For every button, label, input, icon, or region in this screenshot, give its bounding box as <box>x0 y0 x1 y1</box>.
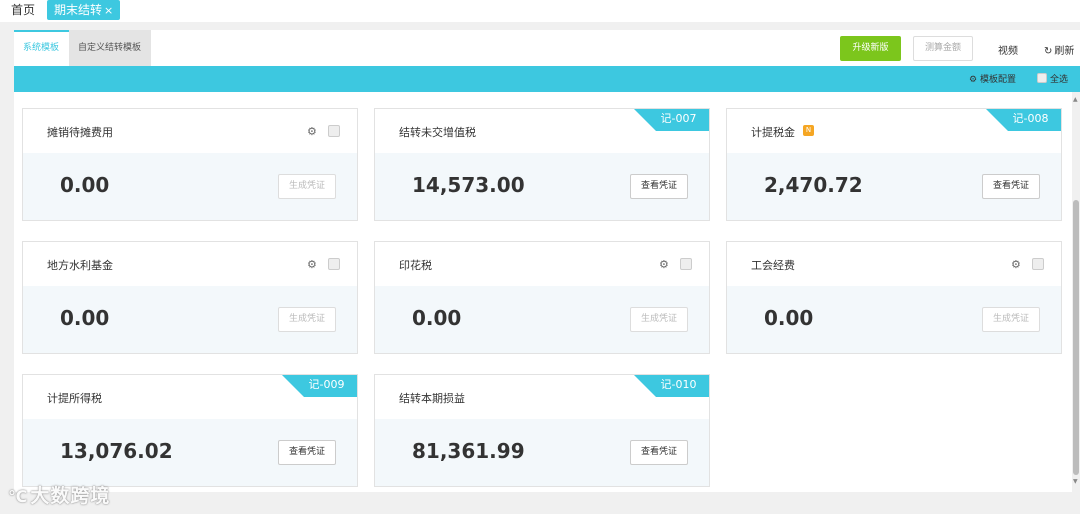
generate-voucher-button[interactable]: 生成凭证 <box>982 307 1040 332</box>
card-accrue-income-tax: 计提所得税 记-009 13,076.02 查看凭证 <box>22 374 358 487</box>
card-title: 工会经费 <box>751 259 795 272</box>
watermark-logo-icon: ℃ <box>8 487 29 506</box>
card-checkbox[interactable] <box>328 125 340 137</box>
card-amount: 14,573.00 <box>412 173 525 197</box>
template-options-bar: ⚙ 模板配置 全选 <box>14 66 1080 92</box>
card-body: 81,361.99 查看凭证 <box>375 419 709 486</box>
gear-icon[interactable]: ⚙ <box>659 258 669 271</box>
watermark: ℃ 大数跨境 <box>8 481 110 508</box>
view-voucher-button[interactable]: 查看凭证 <box>630 440 688 465</box>
gear-icon[interactable]: ⚙ <box>1011 258 1021 271</box>
generate-voucher-button[interactable]: 生成凭证 <box>278 174 336 199</box>
card-body: 0.00 生成凭证 <box>727 286 1061 353</box>
card-amount: 0.00 <box>412 306 462 330</box>
card-amount: 2,470.72 <box>764 173 863 197</box>
generate-voucher-button[interactable]: 生成凭证 <box>630 307 688 332</box>
card-union-fee: 工会经费 ⚙ 0.00 生成凭证 <box>726 241 1062 354</box>
card-accrue-taxes: 计提税金 N 记-008 2,470.72 查看凭证 <box>726 108 1062 221</box>
card-checkbox[interactable] <box>328 258 340 270</box>
card-header: 印花税 ⚙ <box>375 242 709 286</box>
checkbox-icon <box>1037 73 1047 83</box>
scroll-down-icon[interactable]: ▼ <box>1073 478 1078 485</box>
card-amortize-prepaid: 摊销待摊费用 ⚙ 0.00 生成凭证 <box>22 108 358 221</box>
card-amount: 0.00 <box>764 306 814 330</box>
card-amount: 0.00 <box>60 173 110 197</box>
card-title: 结转未交增值税 <box>399 126 476 139</box>
view-voucher-button[interactable]: 查看凭证 <box>278 440 336 465</box>
card-header: 摊销待摊费用 ⚙ <box>23 109 357 153</box>
voucher-tag-label: 记-010 <box>660 378 697 391</box>
nav-tab-home[interactable]: 首页 <box>4 0 42 20</box>
card-header: 工会经费 ⚙ <box>727 242 1061 286</box>
calculate-amount-button[interactable]: 测算金额 <box>913 36 973 61</box>
card-body: 13,076.02 查看凭证 <box>23 419 357 486</box>
card-header: 地方水利基金 ⚙ <box>23 242 357 286</box>
upgrade-button[interactable]: 升级新版 <box>840 36 901 61</box>
card-header: 结转本期损益 记-010 <box>375 375 709 419</box>
card-amount: 0.00 <box>60 306 110 330</box>
video-link[interactable]: 视频 <box>998 42 1018 57</box>
voucher-tag[interactable]: 记-007 <box>634 109 709 131</box>
template-config-label: 模板配置 <box>979 75 1016 85</box>
generate-voucher-button[interactable]: 生成凭证 <box>278 307 336 332</box>
gear-icon[interactable]: ⚙ <box>307 258 317 271</box>
card-header: 计提所得税 记-009 <box>23 375 357 419</box>
view-voucher-button[interactable]: 查看凭证 <box>982 174 1040 199</box>
card-checkbox[interactable] <box>680 258 692 270</box>
scrollbar-thumb[interactable] <box>1073 200 1079 475</box>
card-header: 结转未交增值税 记-007 <box>375 109 709 153</box>
card-amount: 81,361.99 <box>412 439 525 463</box>
card-stamp-tax: 印花税 ⚙ 0.00 生成凭证 <box>374 241 710 354</box>
tab-custom-template[interactable]: 自定义结转模板 <box>69 30 151 66</box>
select-all-label: 全选 <box>1050 75 1069 85</box>
settings-icon: ⚙ <box>969 75 978 85</box>
voucher-tag[interactable]: 记-010 <box>634 375 709 397</box>
nav-tab-label: 期末结转 <box>54 3 103 17</box>
gear-icon[interactable]: ⚙ <box>307 125 317 138</box>
refresh-label: 刷新 <box>1054 46 1075 57</box>
card-title: 计提税金 <box>751 126 795 139</box>
voucher-tag[interactable]: 记-008 <box>986 109 1061 131</box>
card-title: 地方水利基金 <box>47 259 113 272</box>
tab-system-template[interactable]: 系统模板 <box>14 30 69 66</box>
template-config-button[interactable]: ⚙ 模板配置 <box>969 72 1016 85</box>
card-body: 2,470.72 查看凭证 <box>727 153 1061 220</box>
card-transfer-unpaid-vat: 结转未交增值税 记-007 14,573.00 查看凭证 <box>374 108 710 221</box>
transfer-cards-panel: 摊销待摊费用 ⚙ 0.00 生成凭证 结转未交增值税 记-007 14,573.… <box>14 92 1072 492</box>
card-body: 0.00 生成凭证 <box>23 153 357 220</box>
card-body: 0.00 生成凭证 <box>23 286 357 353</box>
card-title: 计提所得税 <box>47 392 102 405</box>
new-badge-icon: N <box>803 125 814 136</box>
card-transfer-period-profit-loss: 结转本期损益 记-010 81,361.99 查看凭证 <box>374 374 710 487</box>
card-checkbox[interactable] <box>1032 258 1044 270</box>
refresh-icon: ↻ <box>1044 46 1053 57</box>
card-amount: 13,076.02 <box>60 439 173 463</box>
card-body: 14,573.00 查看凭证 <box>375 153 709 220</box>
card-header: 计提税金 N 记-008 <box>727 109 1061 153</box>
voucher-tag-label: 记-007 <box>660 112 697 125</box>
card-title: 印花税 <box>399 259 432 272</box>
refresh-button[interactable]: ↻ 刷新 <box>1044 42 1074 57</box>
voucher-tag-label: 记-008 <box>1012 112 1049 125</box>
scroll-up-icon[interactable]: ▲ <box>1073 96 1078 103</box>
card-water-conservancy-fund: 地方水利基金 ⚙ 0.00 生成凭证 <box>22 241 358 354</box>
view-voucher-button[interactable]: 查看凭证 <box>630 174 688 199</box>
template-toolbar: 系统模板 自定义结转模板 升级新版 测算金额 视频 ↻ 刷新 <box>14 30 1080 66</box>
nav-tab-period-end-transfer[interactable]: 期末结转 × <box>47 0 121 20</box>
card-body: 0.00 生成凭证 <box>375 286 709 353</box>
watermark-text: 大数跨境 <box>30 485 111 507</box>
card-title: 摊销待摊费用 <box>47 126 113 139</box>
voucher-tag-label: 记-009 <box>308 378 345 391</box>
select-all-checkbox[interactable]: 全选 <box>1037 72 1068 85</box>
card-title: 结转本期损益 <box>399 392 465 405</box>
voucher-tag[interactable]: 记-009 <box>282 375 357 397</box>
top-nav: 首页 期末结转 × <box>0 0 1080 22</box>
close-icon[interactable]: × <box>104 4 113 17</box>
